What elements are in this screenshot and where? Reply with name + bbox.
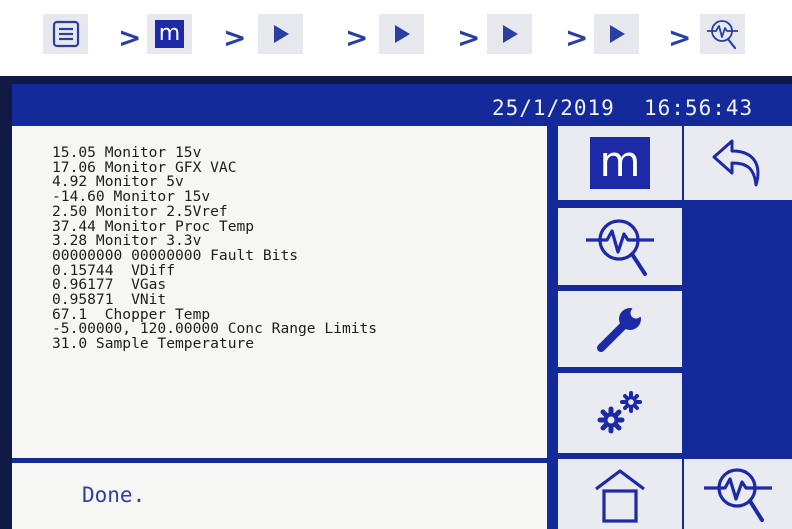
status-bar: Done. xyxy=(12,463,547,529)
diagnostics-magnifier-icon xyxy=(704,468,772,522)
breadcrumb-separator: > xyxy=(565,21,589,54)
breadcrumb-play-step-2[interactable] xyxy=(379,14,424,54)
breadcrumb-m-step[interactable]: m xyxy=(147,14,192,54)
diagnostics-magnifier-icon xyxy=(706,20,738,50)
reading-line: 31.0 Sample Temperature xyxy=(52,335,255,353)
breadcrumb-menu-step[interactable] xyxy=(43,14,88,54)
breadcrumb-play-step-1[interactable] xyxy=(258,14,303,54)
m-icon: m xyxy=(590,137,650,189)
back-button[interactable] xyxy=(684,126,792,200)
device-frame: 25/1/2019 16:56:43 15.05 Monitor 15v 17.… xyxy=(0,76,792,529)
home-icon xyxy=(595,469,645,523)
readings-list: 15.05 Monitor 15v 17.06 Monitor GFX VAC … xyxy=(52,145,377,353)
date-readout: 25/1/2019 xyxy=(492,96,615,120)
wrench-icon xyxy=(597,301,648,352)
status-text: Done. xyxy=(82,483,146,507)
diagnostics-button[interactable] xyxy=(558,208,682,285)
breadcrumb-separator: > xyxy=(668,21,692,54)
document-list-icon xyxy=(52,20,79,48)
diagnostics-magnifier-icon xyxy=(586,218,654,276)
play-icon xyxy=(394,25,410,43)
m-icon: m xyxy=(155,20,184,48)
breadcrumb-diagnostics-step[interactable] xyxy=(700,14,745,54)
settings-button[interactable] xyxy=(558,373,682,453)
play-icon xyxy=(609,25,625,43)
display-screen: 25/1/2019 16:56:43 15.05 Monitor 15v 17.… xyxy=(12,84,792,529)
breadcrumb-separator: > xyxy=(118,21,142,54)
time-readout: 16:56:43 xyxy=(644,96,754,120)
breadcrumb-play-step-3[interactable] xyxy=(487,14,532,54)
breadcrumb-separator: > xyxy=(457,21,481,54)
menu-button[interactable]: m xyxy=(558,126,682,200)
breadcrumb-separator: > xyxy=(223,21,247,54)
breadcrumb: > m > > > > > xyxy=(0,0,792,70)
diagnostics-shortcut-button[interactable] xyxy=(684,459,792,529)
play-icon xyxy=(502,25,518,43)
tools-button[interactable] xyxy=(558,291,682,367)
back-arrow-icon xyxy=(712,139,760,187)
home-button[interactable] xyxy=(558,459,682,529)
play-icon xyxy=(273,25,289,43)
gears-icon xyxy=(597,391,642,434)
readings-panel: 15.05 Monitor 15v 17.06 Monitor GFX VAC … xyxy=(12,126,547,458)
breadcrumb-separator: > xyxy=(345,21,369,54)
breadcrumb-play-step-4[interactable] xyxy=(594,14,639,54)
